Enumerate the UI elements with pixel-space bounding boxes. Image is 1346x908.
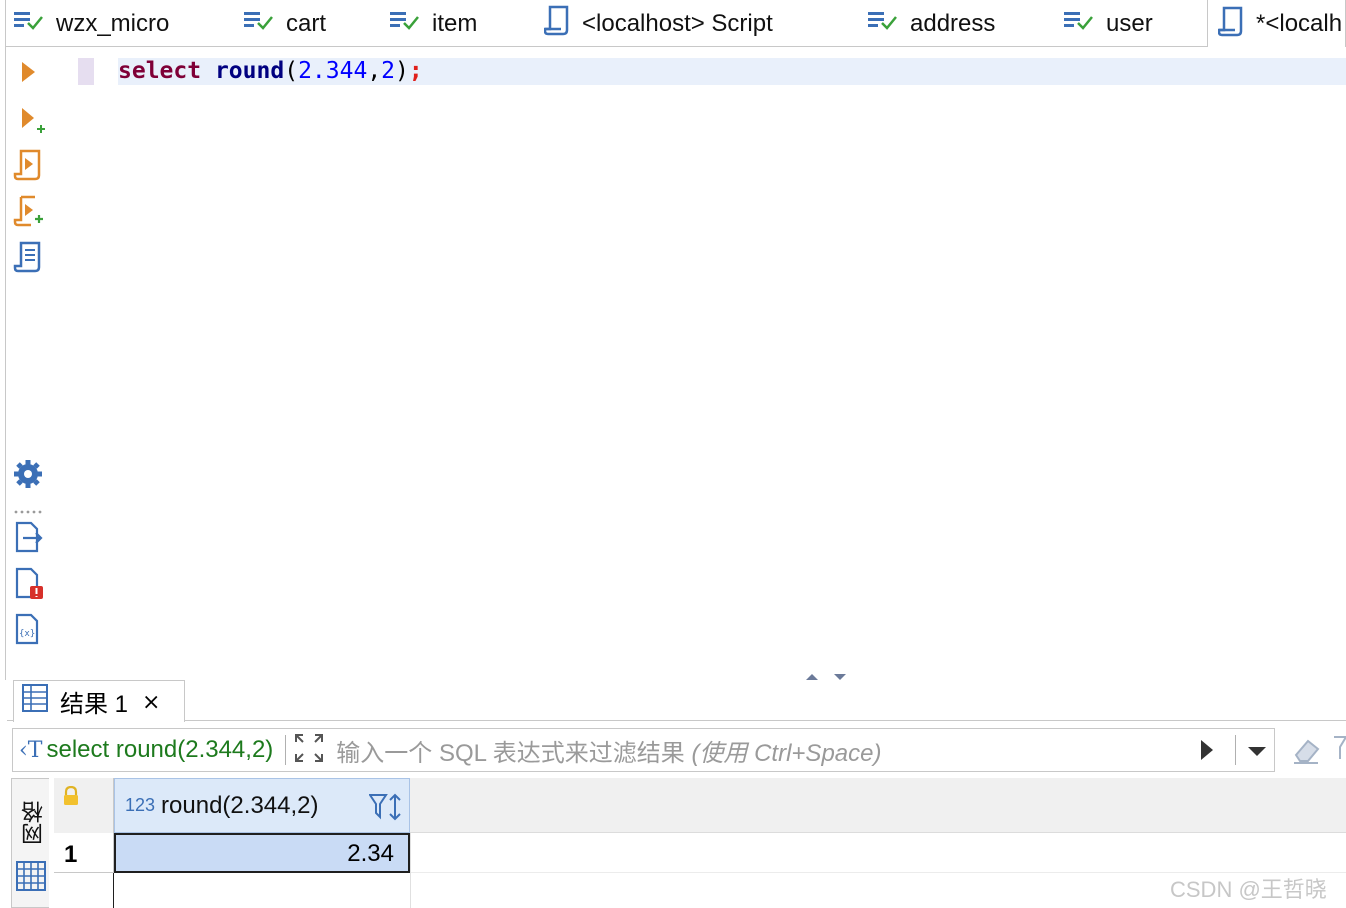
table-icon <box>1064 9 1094 38</box>
settings-icon[interactable] <box>13 459 43 494</box>
sql-number-arg: 2.344 <box>298 58 368 84</box>
current-line-marker <box>78 58 94 85</box>
sql-paren-close: ) <box>395 58 409 84</box>
numeric-type-badge: 123 <box>125 795 156 815</box>
table-icon <box>14 9 44 38</box>
apply-filter-icon[interactable] <box>1199 738 1215 767</box>
query-text: select round(2.344,2) <box>46 736 274 763</box>
tab-label: wzx_micro <box>56 9 170 37</box>
tab-address[interactable]: address <box>868 0 995 47</box>
sql-paren-open: ( <box>284 58 299 84</box>
divider <box>285 735 287 765</box>
execute-new-tab-icon[interactable] <box>21 107 47 140</box>
tab-label: item <box>432 9 478 37</box>
grid-cell[interactable]: 2.34 <box>114 833 410 873</box>
results-grid: 123 round(2.344,2) 1 2.34 <box>54 778 1346 908</box>
column-header[interactable]: 123 round(2.344,2) <box>114 778 410 833</box>
tab-active-script[interactable]: *<localh <box>1207 0 1346 48</box>
explain-plan-icon[interactable] <box>13 241 43 278</box>
clear-filter-icon[interactable] <box>1290 735 1322 770</box>
toolbar-separator <box>13 502 45 520</box>
variables-icon[interactable]: {x} <box>15 613 43 650</box>
tab-label: address <box>910 9 996 37</box>
window-edge <box>0 0 6 680</box>
results-tab-label: 结果 1 <box>60 691 129 718</box>
sql-editor[interactable]: select round(2.344,2); <box>58 47 1346 680</box>
table-icon <box>244 9 274 38</box>
tab-user[interactable]: user <box>1064 0 1153 47</box>
script-icon <box>1217 5 1244 44</box>
tab-label: <localhost> Script <box>582 9 773 37</box>
tab-cart[interactable]: cart <box>244 0 326 47</box>
expand-icon[interactable] <box>294 733 324 768</box>
row-number[interactable]: 1 <box>54 833 114 873</box>
column-divider <box>410 833 411 908</box>
lock-icon <box>62 785 80 811</box>
filter-sort-icon[interactable] <box>368 793 403 826</box>
results-tab-bar: 结果 1 ⨯ <box>7 680 1346 722</box>
results-filter-bar: ‹T select round(2.344,2) 输入一个 SQL 表达式来过滤… <box>12 728 1275 772</box>
svg-text:{x}: {x} <box>19 629 35 639</box>
sql-semicolon: ; <box>408 58 423 84</box>
grid-view-tab[interactable]: 网格 <box>11 778 49 908</box>
sql-function: round <box>214 58 285 84</box>
script-icon <box>543 4 570 43</box>
close-icon[interactable]: ⨯ <box>142 689 160 715</box>
tab-label: cart <box>286 9 327 37</box>
execute-script-new-tab-icon[interactable] <box>13 195 45 232</box>
query-text-label[interactable]: ‹T select round(2.344,2) <box>13 736 273 764</box>
execute-script-icon[interactable] <box>13 149 43 186</box>
tab-localhost-script[interactable]: <localhost> Script <box>543 0 773 47</box>
table-icon <box>868 9 898 38</box>
row-number-header[interactable] <box>54 778 114 833</box>
tab-wzx-micro[interactable]: wzx_micro <box>14 0 169 47</box>
sql-keyword: select <box>118 58 202 84</box>
tab-label: *<localh <box>1256 10 1343 37</box>
filter-hint: (使用 Ctrl+Space) <box>691 739 882 767</box>
sql-code-line[interactable]: select round(2.344,2); <box>118 57 423 85</box>
filter-expression-input[interactable]: 输入一个 SQL 表达式来过滤结果 (使用 Ctrl+Space) <box>336 733 881 768</box>
tab-item[interactable]: item <box>390 0 477 47</box>
sql-comma: , <box>367 58 382 84</box>
table-icon <box>390 9 420 38</box>
filter-placeholder: 输入一个 SQL 表达式来过滤结果 <box>336 739 685 767</box>
row-number-divider <box>113 873 114 908</box>
execute-statement-icon[interactable] <box>21 61 37 88</box>
problems-icon[interactable] <box>15 567 45 604</box>
editor-side-toolbar: {x} <box>7 47 55 680</box>
grid-table-icon <box>22 684 48 719</box>
editor-tab-bar: wzx_micro cart item <localhost> Script a… <box>0 0 1346 48</box>
sql-number-arg: 2 <box>381 58 396 84</box>
grid-view-label: 网格 <box>21 801 46 845</box>
watermark: CSDN @王哲晓 <box>1170 877 1327 902</box>
filter-settings-icon[interactable] <box>1334 735 1346 770</box>
tab-label: user <box>1106 9 1153 37</box>
grid-icon <box>16 861 46 896</box>
column-name: round(2.344,2) <box>161 791 319 819</box>
filter-history-dropdown-icon[interactable] <box>1235 735 1270 765</box>
export-icon[interactable] <box>15 521 43 558</box>
tab-results-1[interactable]: 结果 1 ⨯ <box>13 680 185 722</box>
sql-text-icon: ‹T <box>19 737 43 763</box>
